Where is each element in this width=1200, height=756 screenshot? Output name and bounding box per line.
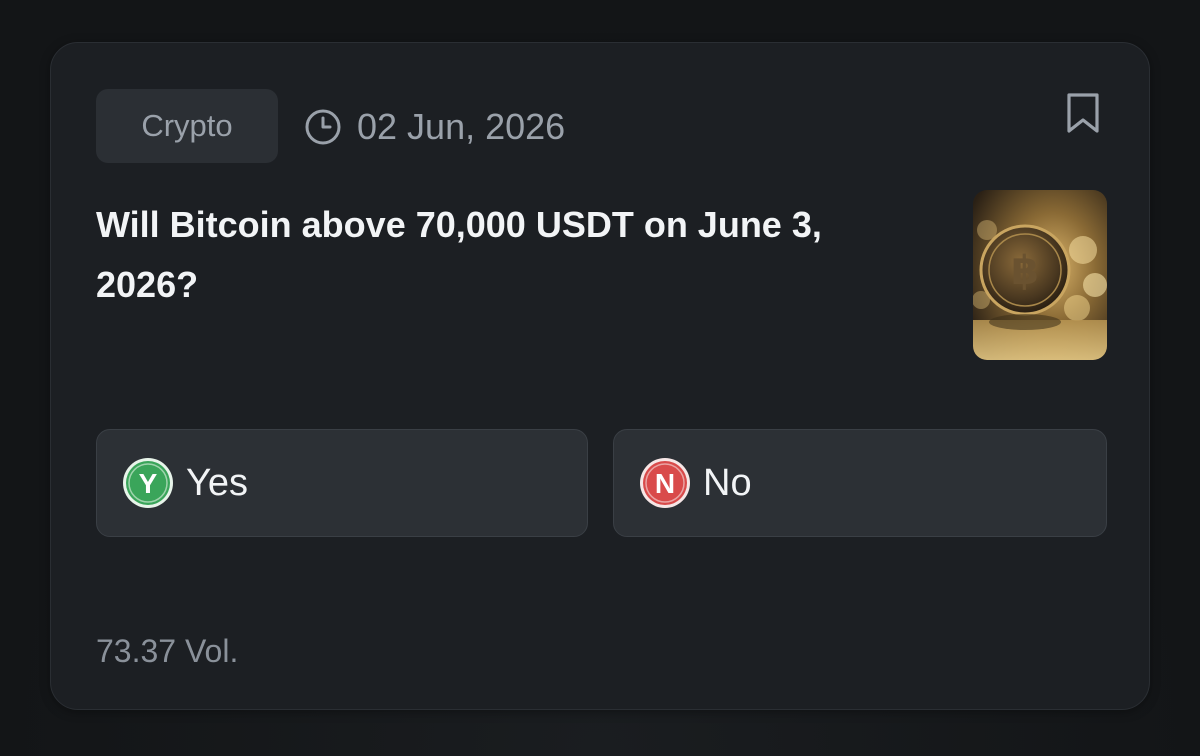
- yes-button[interactable]: Y Yes: [96, 429, 588, 537]
- yes-badge-icon: Y: [123, 458, 173, 508]
- market-date: 02 Jun, 2026: [303, 105, 565, 149]
- date-text: 02 Jun, 2026: [357, 106, 566, 147]
- bookmark-icon[interactable]: [1065, 91, 1101, 135]
- svg-text:N: N: [655, 468, 675, 499]
- no-label: No: [703, 461, 752, 504]
- page: Crypto 02 Jun, 2026 Will Bitcoin above 7…: [0, 0, 1200, 756]
- market-question[interactable]: Will Bitcoin above 70,000 USDT on June 3…: [96, 195, 926, 315]
- bitcoin-thumbnail[interactable]: ฿: [973, 190, 1107, 360]
- market-card[interactable]: Crypto 02 Jun, 2026 Will Bitcoin above 7…: [50, 42, 1150, 710]
- clock-icon: [305, 109, 341, 145]
- category-label: Crypto: [141, 108, 233, 143]
- volume-text: 73.37 Vol.: [96, 633, 239, 669]
- category-tag[interactable]: Crypto: [96, 89, 278, 163]
- yes-label: Yes: [186, 461, 248, 504]
- svg-text:Y: Y: [139, 468, 158, 499]
- svg-text:฿: ฿: [1011, 248, 1039, 294]
- no-button[interactable]: N No: [613, 429, 1107, 537]
- no-badge-icon: N: [640, 458, 690, 508]
